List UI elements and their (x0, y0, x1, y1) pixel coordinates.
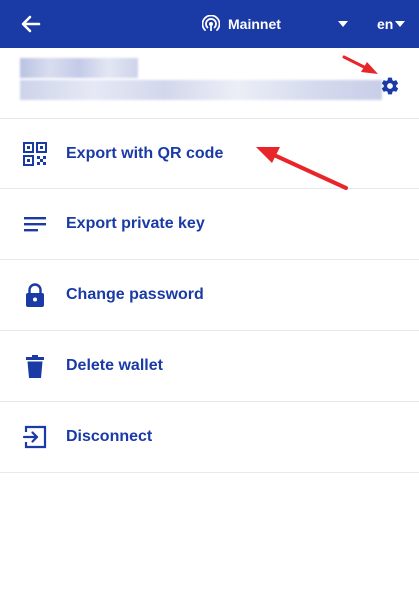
back-button[interactable] (18, 12, 44, 36)
qr-code-icon (23, 142, 47, 166)
network-selector[interactable]: Mainnet (202, 12, 348, 36)
language-label: en (377, 16, 394, 32)
list-lines-icon (24, 217, 46, 232)
account-name-redacted (20, 58, 138, 78)
chevron-down-icon (395, 21, 406, 27)
menu-item-disconnect[interactable]: Disconnect (0, 402, 419, 473)
exit-icon (22, 425, 47, 449)
account-address-redacted (20, 80, 382, 100)
chevron-down-icon (338, 21, 348, 27)
top-bar: Mainnet en (0, 0, 419, 48)
menu-item-label: Disconnect (66, 428, 153, 445)
menu-item-label: Delete wallet (66, 357, 163, 374)
account-info (0, 48, 419, 118)
menu-item-label: Change password (66, 286, 204, 303)
broadcast-icon (202, 15, 220, 31)
wallet-menu: Export with QR code Export private key C… (0, 118, 419, 473)
gear-icon (381, 77, 399, 95)
menu-item-export-private-key[interactable]: Export private key (0, 189, 419, 260)
menu-item-export-qr[interactable]: Export with QR code (0, 118, 419, 189)
menu-item-change-password[interactable]: Change password (0, 260, 419, 331)
menu-item-label: Export with QR code (66, 145, 224, 162)
menu-item-delete-wallet[interactable]: Delete wallet (0, 331, 419, 402)
settings-button[interactable] (380, 76, 400, 96)
arrow-left-icon (21, 15, 41, 33)
network-label: Mainnet (228, 16, 281, 32)
menu-item-label: Export private key (66, 215, 205, 232)
trash-icon (26, 355, 44, 378)
language-selector[interactable]: en (377, 12, 406, 36)
lock-icon (26, 283, 44, 307)
